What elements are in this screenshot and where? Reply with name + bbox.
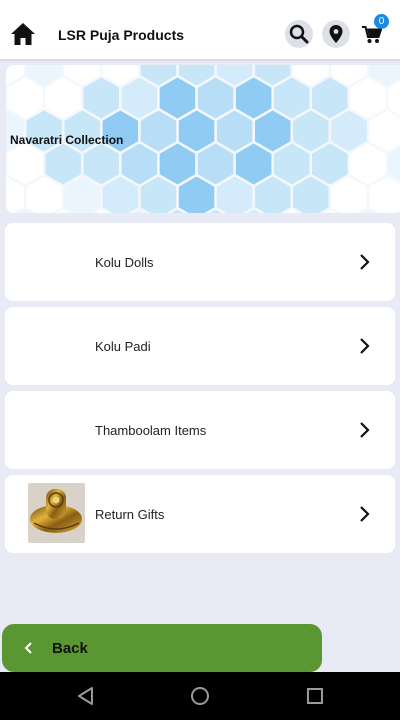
hexagon-tile — [45, 143, 81, 185]
hexagon-tile — [255, 110, 291, 152]
chevron-left-icon — [24, 642, 32, 654]
hexagon-tile — [255, 176, 291, 213]
category-item-kolu-padi[interactable]: Kolu Padi — [5, 307, 395, 385]
app-title: LSR Puja Products — [58, 27, 185, 43]
category-item-return-gifts[interactable]: Return Gifts — [5, 475, 395, 553]
back-button[interactable]: Back — [2, 624, 322, 672]
hexagon-tile — [159, 77, 196, 119]
hexagon-tile — [312, 143, 348, 185]
hexagon-tile — [102, 176, 139, 213]
hexagon-tile — [331, 110, 367, 152]
hexagon-tile — [274, 143, 310, 185]
hexagon-tile — [140, 176, 177, 213]
chevron-right-icon — [360, 422, 370, 438]
hexagon-tile — [350, 143, 386, 185]
hexagon-tile — [83, 77, 119, 119]
hexagon-tile — [45, 77, 81, 119]
back-button-label: Back — [52, 640, 88, 657]
hexagon-tile — [159, 143, 196, 185]
system-nav-bar — [0, 672, 400, 720]
hexagon-tile — [369, 110, 400, 152]
hexagon-tile — [235, 143, 272, 185]
chevron-right-icon — [360, 506, 370, 522]
hexagon-tile — [197, 143, 234, 185]
hexagon-tile — [369, 176, 400, 213]
hexagon-tile — [216, 176, 253, 213]
category-label: Kolu Padi — [95, 339, 151, 354]
hexagon-tile — [64, 176, 100, 213]
home-icon[interactable] — [8, 19, 38, 49]
hexagon-tile — [293, 176, 329, 213]
banner-title: Navaratri Collection — [10, 133, 124, 147]
triangle-back-icon[interactable] — [74, 684, 98, 708]
hexagon-tile — [274, 77, 310, 119]
hexagon-tile — [293, 110, 329, 152]
hexagon-tile — [197, 77, 234, 119]
circle-home-icon[interactable] — [188, 684, 212, 708]
hexagon-tile — [83, 143, 119, 185]
hexagon-tile — [178, 176, 215, 213]
category-label: Kolu Dolls — [95, 255, 154, 270]
square-recents-icon[interactable] — [303, 684, 327, 708]
hexagon-tile — [178, 110, 215, 152]
hexagon-tile — [235, 77, 272, 119]
hexagon-tile — [7, 77, 43, 119]
chevron-right-icon — [360, 254, 370, 270]
hexagon-tile — [26, 176, 62, 213]
return-gifts-thumbnail — [28, 483, 85, 543]
hexagon-tile — [216, 110, 253, 152]
search-icon — [289, 24, 309, 44]
category-item-thamboolam-items[interactable]: Thamboolam Items — [5, 391, 395, 469]
category-label: Return Gifts — [95, 507, 165, 522]
cart-count-badge: 0 — [374, 14, 389, 29]
hexagon-tile — [312, 77, 348, 119]
hexagon-tile — [121, 77, 158, 119]
search-button[interactable] — [285, 20, 313, 48]
app-bar: LSR Puja Products 0 — [0, 0, 400, 60]
hexagon-tile — [140, 110, 177, 152]
category-item-kolu-dolls[interactable]: Kolu Dolls — [5, 223, 395, 301]
hexagon-tile — [331, 176, 367, 213]
hexagon-tile — [121, 143, 158, 185]
location-button[interactable] — [322, 20, 350, 48]
chevron-right-icon — [360, 338, 370, 354]
hexagon-tile — [7, 143, 43, 185]
location-pin-icon — [329, 25, 343, 43]
hexagon-tile — [350, 77, 386, 119]
collection-banner[interactable]: Navaratri Collection — [6, 65, 400, 213]
category-label: Thamboolam Items — [95, 423, 207, 438]
